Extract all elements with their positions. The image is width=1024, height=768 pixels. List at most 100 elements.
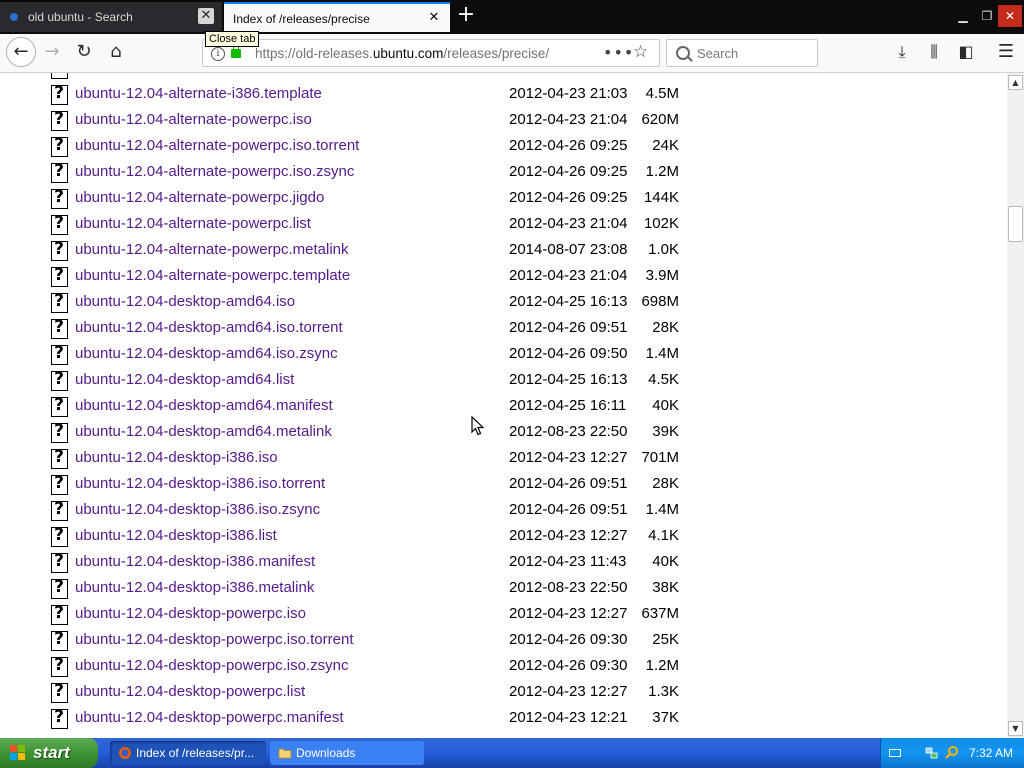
bookmark-star-icon[interactable]: ☆ bbox=[633, 42, 648, 62]
file-size: 25K bbox=[652, 631, 679, 648]
download-icon[interactable]: ⤓ bbox=[890, 40, 914, 64]
unknown-file-icon bbox=[51, 83, 68, 105]
close-tab-icon[interactable]: ✕ bbox=[426, 10, 442, 26]
table-row: ubuntu-12.04-alternate-powerpc.iso.torre… bbox=[0, 135, 1000, 161]
tab-index-of-releases[interactable]: Index of /releases/precise ✕ bbox=[224, 2, 450, 32]
file-link[interactable]: ubuntu-12.04-desktop-powerpc.iso bbox=[75, 605, 306, 622]
table-row: ubuntu-12.04-alternate-powerpc.iso.zsync… bbox=[0, 161, 1000, 187]
file-link[interactable]: ubuntu-12.04-desktop-amd64.iso.zsync bbox=[75, 345, 338, 362]
file-date: 2012-04-26 09:25 bbox=[509, 189, 628, 206]
vertical-scrollbar[interactable]: ▲ ▼ bbox=[1007, 73, 1024, 738]
table-row: ubuntu-12.04-desktop-powerpc.list 2012-04… bbox=[0, 681, 1000, 707]
page-actions-icon[interactable]: ••• bbox=[603, 43, 634, 62]
minimize-button[interactable]: ▁ bbox=[953, 5, 973, 27]
file-link[interactable]: ubuntu-12.04-alternate-powerpc.iso bbox=[75, 111, 312, 128]
file-link[interactable]: ubuntu-12.04-desktop-amd64.iso.torrent bbox=[75, 319, 343, 336]
scrollbar-thumb[interactable] bbox=[1008, 206, 1023, 242]
close-window-button[interactable]: ✕ bbox=[998, 5, 1022, 27]
file-link[interactable]: ubuntu-12.04-desktop-powerpc.iso.zsync bbox=[75, 657, 349, 674]
forward-button[interactable]: → bbox=[38, 38, 66, 66]
file-link[interactable]: ubuntu-12.04-desktop-powerpc.list bbox=[75, 683, 305, 700]
file-link[interactable]: ubuntu-12.04-desktop-i386.list bbox=[75, 527, 277, 544]
file-date: 2012-04-23 12:27 bbox=[509, 605, 628, 622]
file-date: 2012-04-26 09:25 bbox=[509, 137, 628, 154]
tab-old-ubuntu-search[interactable]: old ubuntu - Search ✕ bbox=[0, 2, 222, 32]
lock-icon[interactable] bbox=[231, 44, 241, 58]
unknown-file-icon bbox=[51, 343, 68, 365]
unknown-file-icon bbox=[51, 499, 68, 521]
address-bar[interactable]: i https://old-releases.ubuntu.com/releas… bbox=[202, 39, 660, 67]
file-size: 38K bbox=[652, 579, 679, 596]
file-size: 40K bbox=[652, 397, 679, 414]
unknown-file-icon bbox=[51, 161, 68, 183]
file-date: 2012-08-23 22:50 bbox=[509, 579, 628, 596]
unknown-file-icon bbox=[51, 551, 68, 573]
file-link[interactable]: ubuntu-12.04-alternate-i386.template bbox=[75, 85, 322, 102]
table-row: ubuntu-12.04-desktop-amd64.iso 2012-04-25… bbox=[0, 291, 1000, 317]
info-icon[interactable]: i bbox=[211, 47, 225, 61]
sidebar-icon[interactable]: ◧ bbox=[954, 40, 978, 64]
close-tab-icon[interactable]: ✕ bbox=[198, 8, 214, 24]
new-tab-button[interactable]: + bbox=[454, 4, 478, 28]
file-date: 2012-04-23 21:04 bbox=[509, 111, 628, 128]
file-date: 2012-04-25 16:13 bbox=[509, 371, 628, 388]
file-date: 2012-04-26 09:51 bbox=[509, 319, 628, 336]
file-link[interactable]: ubuntu-12.04-alternate-i386.metalink bbox=[75, 73, 320, 76]
file-link[interactable]: ubuntu-12.04-alternate-powerpc.list bbox=[75, 215, 311, 232]
file-link[interactable]: ubuntu-12.04-alternate-powerpc.metalink bbox=[75, 241, 349, 258]
search-input[interactable]: Search bbox=[666, 39, 818, 67]
file-link[interactable]: ubuntu-12.04-desktop-i386.iso.torrent bbox=[75, 475, 325, 492]
table-row: ubuntu-12.04-desktop-amd64.iso.zsync 2012… bbox=[0, 343, 1000, 369]
file-link[interactable]: ubuntu-12.04-alternate-powerpc.iso.torre… bbox=[75, 137, 359, 154]
file-link[interactable]: ubuntu-12.04-alternate-powerpc.iso.zsync bbox=[75, 163, 354, 180]
table-row: ubuntu-12.04-alternate-powerpc.template 2… bbox=[0, 265, 1000, 291]
scroll-up-arrow-icon[interactable]: ▲ bbox=[1008, 75, 1023, 90]
home-button[interactable]: ⌂ bbox=[102, 38, 130, 66]
back-button[interactable]: ← bbox=[6, 37, 36, 67]
restore-button[interactable]: ❐ bbox=[977, 5, 997, 27]
keyboard-icon[interactable] bbox=[889, 749, 901, 757]
scroll-down-arrow-icon[interactable]: ▼ bbox=[1008, 721, 1023, 736]
file-date: 2012-04-23 21:04 bbox=[509, 215, 628, 232]
table-row: ubuntu-12.04-desktop-i386.manifest 2012-0… bbox=[0, 551, 1000, 577]
file-link[interactable]: ubuntu-12.04-desktop-i386.manifest bbox=[75, 553, 315, 570]
unknown-file-icon bbox=[51, 239, 68, 261]
unknown-file-icon bbox=[51, 525, 68, 547]
file-link[interactable]: ubuntu-12.04-desktop-amd64.metalink bbox=[75, 423, 332, 440]
file-link[interactable]: ubuntu-12.04-desktop-amd64.list bbox=[75, 371, 294, 388]
taskbar-item-firefox[interactable]: Index of /releases/pr... bbox=[110, 741, 266, 765]
taskbar-item-downloads[interactable]: Downloads bbox=[270, 741, 424, 765]
table-row: ubuntu-12.04-desktop-powerpc.manifest 201… bbox=[0, 707, 1000, 733]
file-link[interactable]: ubuntu-12.04-desktop-i386.iso bbox=[75, 449, 278, 466]
menu-icon[interactable]: ☰ bbox=[994, 40, 1018, 64]
reload-button[interactable]: ↻ bbox=[70, 38, 98, 66]
navigation-toolbar: ← → ↻ ⌂ i https://old-releases.ubuntu.co… bbox=[0, 34, 1024, 73]
file-size: 39K bbox=[652, 423, 679, 440]
table-row: ubuntu-12.04-desktop-i386.iso 2012-04-23 … bbox=[0, 447, 1000, 473]
file-size: 1.4M bbox=[645, 501, 679, 518]
file-size: 28K bbox=[652, 319, 679, 336]
file-link[interactable]: ubuntu-12.04-alternate-powerpc.jigdo bbox=[75, 189, 324, 206]
file-link[interactable]: ubuntu-12.04-alternate-powerpc.template bbox=[75, 267, 350, 284]
search-tray-icon[interactable] bbox=[945, 745, 959, 759]
file-link[interactable]: ubuntu-12.04-desktop-amd64.manifest bbox=[75, 397, 333, 414]
start-button[interactable]: start bbox=[0, 738, 98, 768]
file-date: 2012-04-25 16:11 bbox=[509, 397, 627, 414]
library-icon[interactable]: ⫼ bbox=[922, 40, 946, 64]
url-text[interactable]: https://old-releases.ubuntu.com/releases… bbox=[255, 46, 549, 61]
unknown-file-icon bbox=[51, 73, 68, 79]
windows-logo-icon bbox=[10, 745, 26, 761]
file-size: 637M bbox=[641, 605, 679, 622]
file-link[interactable]: ubuntu-12.04-desktop-powerpc.manifest bbox=[75, 709, 344, 726]
unknown-file-icon bbox=[51, 187, 68, 209]
file-link[interactable]: ubuntu-12.04-desktop-i386.iso.zsync bbox=[75, 501, 320, 518]
file-link[interactable]: ubuntu-12.04-desktop-i386.metalink bbox=[75, 579, 314, 596]
start-label: start bbox=[33, 743, 70, 762]
network-icon[interactable] bbox=[925, 746, 939, 760]
file-link[interactable]: ubuntu-12.04-desktop-powerpc.iso.torrent bbox=[75, 631, 354, 648]
file-size: 620M bbox=[641, 111, 679, 128]
file-size: 1.2M bbox=[645, 163, 679, 180]
file-date: 2012-04-26 09:51 bbox=[509, 501, 628, 518]
clock: 7:32 AM bbox=[969, 746, 1014, 760]
file-link[interactable]: ubuntu-12.04-desktop-amd64.iso bbox=[75, 293, 295, 310]
